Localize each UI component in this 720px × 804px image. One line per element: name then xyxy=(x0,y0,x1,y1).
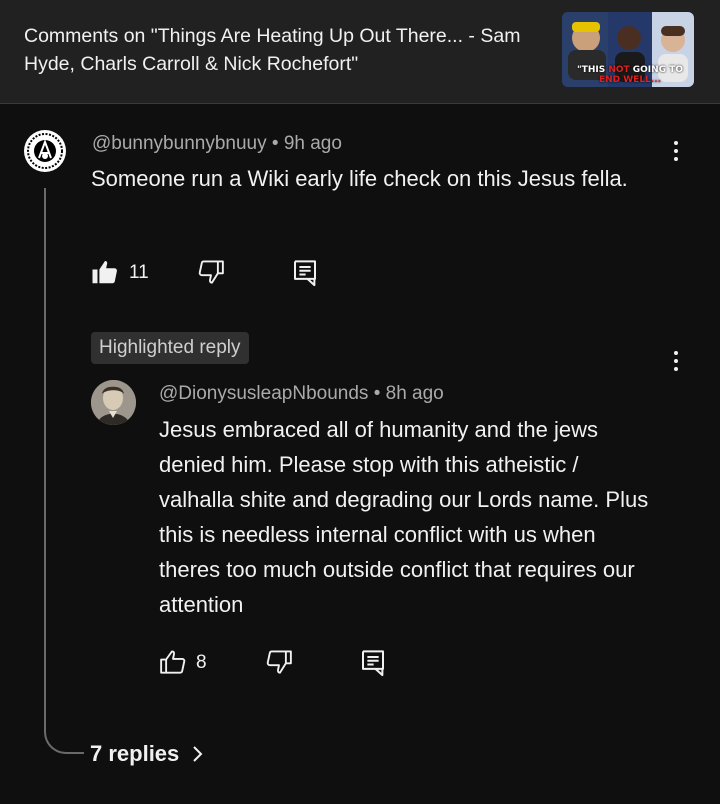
portrait-avatar-icon xyxy=(91,380,136,425)
more-dot-icon xyxy=(674,141,678,145)
reply-dislike-button[interactable] xyxy=(262,645,296,679)
thumbnail-caption: "THIS NOT GOING TO END WELL... xyxy=(576,65,684,85)
meta-separator: • xyxy=(271,133,279,154)
thumbs-down-icon xyxy=(266,650,292,674)
more-dot-icon xyxy=(674,157,678,161)
reply-reply-button[interactable] xyxy=(356,645,390,679)
reply-time: 8h ago xyxy=(385,383,444,404)
thumbs-up-icon xyxy=(160,650,186,674)
meta-separator: • xyxy=(373,383,381,404)
more-dot-icon xyxy=(674,367,678,371)
thread-connector-line xyxy=(44,188,84,754)
replies-count-label: 7 replies xyxy=(90,741,180,766)
more-dot-icon xyxy=(674,359,678,363)
more-dot-icon xyxy=(674,351,678,355)
reply-text: Jesus embraced all of humanity and the j… xyxy=(159,417,649,617)
comment-time: 9h ago xyxy=(283,133,342,154)
comment-reply-button[interactable] xyxy=(288,255,322,289)
comment-text: Someone run a Wiki early life check on t… xyxy=(91,166,628,191)
more-dot-icon xyxy=(674,149,678,153)
chevron-right-icon xyxy=(193,746,203,762)
reply-author[interactable]: @DionysusleapNbounds xyxy=(159,383,368,404)
highlighted-reply-badge: Highlighted reply xyxy=(91,332,249,364)
thumbs-up-filled-icon xyxy=(92,261,117,284)
reply-comment-icon xyxy=(294,260,316,287)
comment-author[interactable]: @bunnybunnybnuuy xyxy=(92,133,267,154)
comment-like-button[interactable] xyxy=(88,255,122,289)
comments-header: Comments on "Things Are Heating Up Out T… xyxy=(0,0,720,104)
comment-avatar[interactable] xyxy=(24,130,66,172)
reply-meta: @DionysusleapNbounds • 8h ago xyxy=(159,383,444,405)
reply-comment-icon xyxy=(362,650,384,677)
comment-more-button[interactable] xyxy=(666,136,686,166)
view-replies-button[interactable]: 7 replies xyxy=(90,738,205,770)
reply-more-button[interactable] xyxy=(666,346,686,376)
reply-like-count: 8 xyxy=(196,652,207,673)
comments-title: Comments on "Things Are Heating Up Out T… xyxy=(24,25,521,75)
reply-like-button[interactable] xyxy=(156,645,190,679)
thumbs-down-icon xyxy=(198,260,224,284)
comment-like-count: 11 xyxy=(129,262,149,283)
comment-meta: @bunnybunnybnuuy • 9h ago xyxy=(92,133,342,155)
anarchy-emblem-icon xyxy=(25,131,65,171)
reply-avatar[interactable] xyxy=(91,380,136,425)
video-thumbnail[interactable]: "THIS NOT GOING TO END WELL... xyxy=(562,12,694,87)
comment-dislike-button[interactable] xyxy=(194,255,228,289)
